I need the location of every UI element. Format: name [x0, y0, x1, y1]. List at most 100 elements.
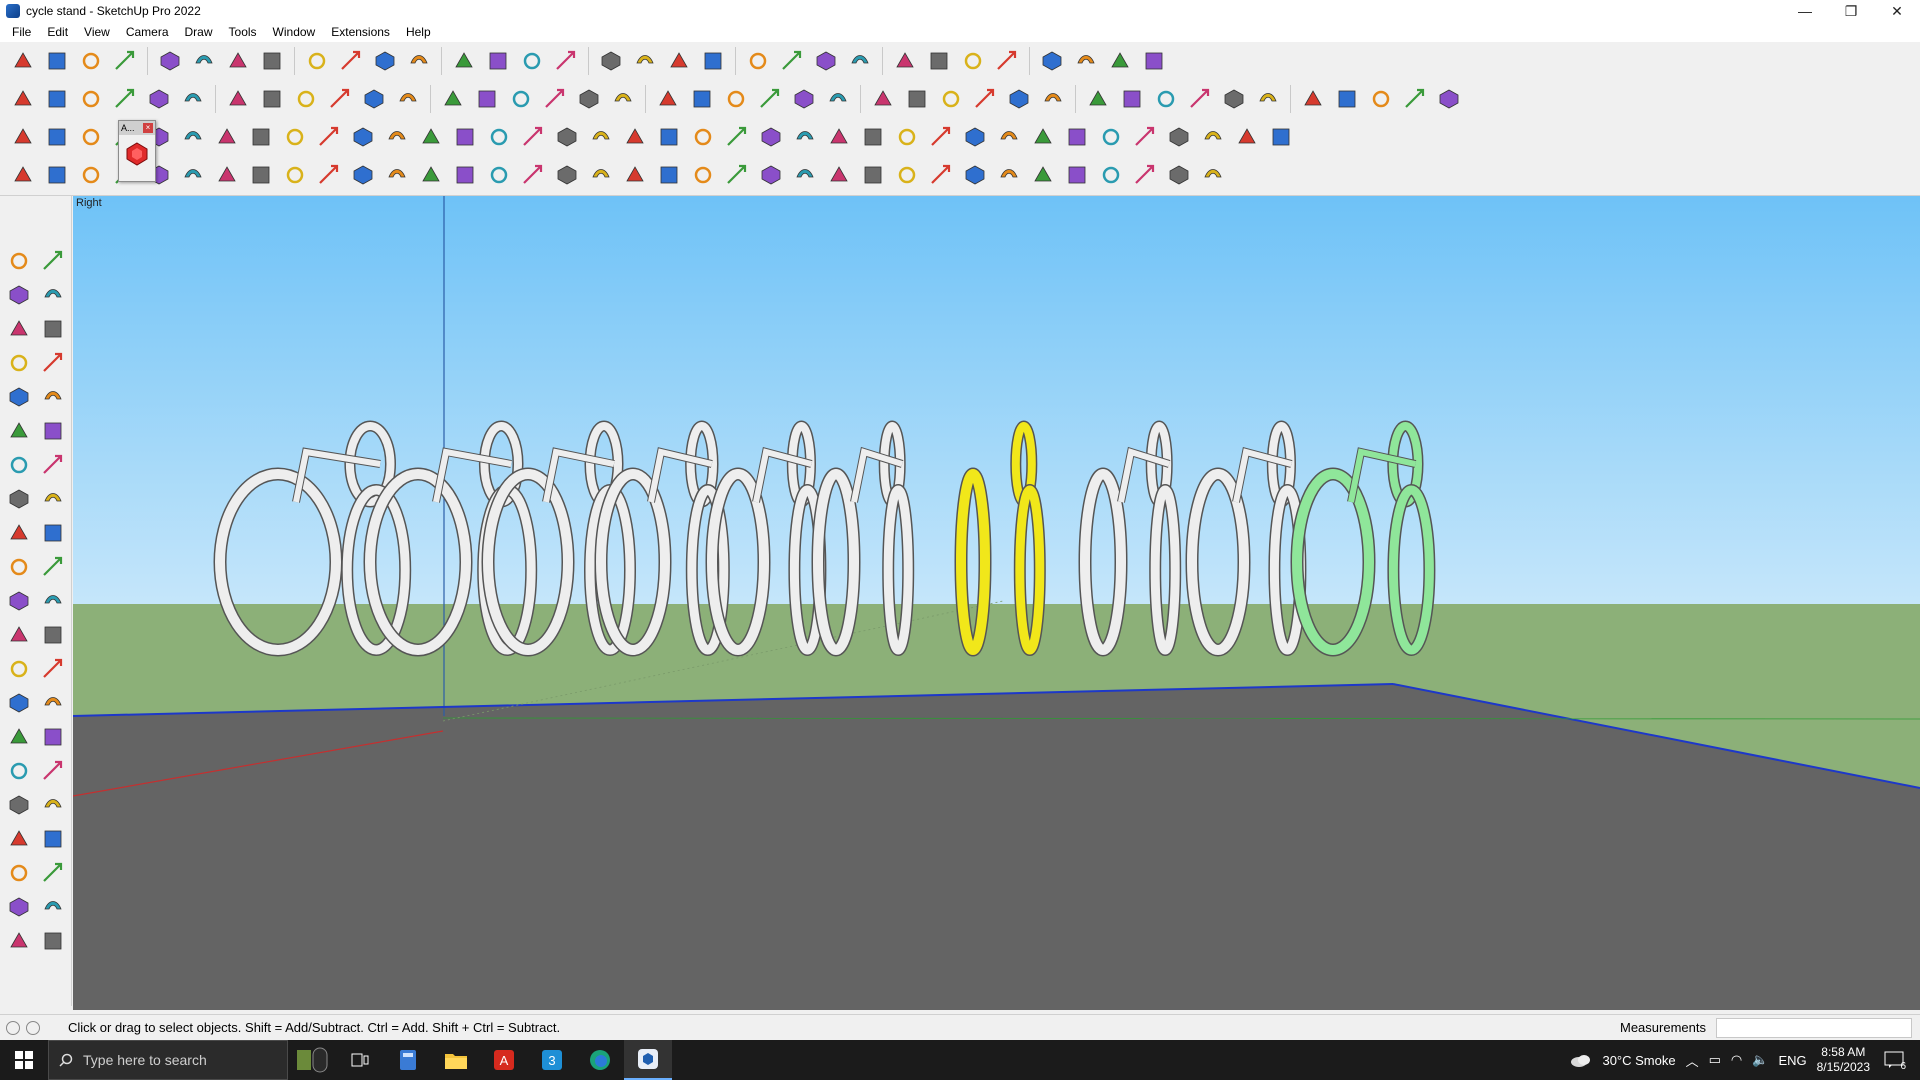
shape-four-button[interactable]	[1366, 84, 1396, 114]
orbit-2-button[interactable]	[4, 722, 34, 752]
axes-button[interactable]	[4, 688, 34, 718]
grid-orange-button[interactable]	[1130, 122, 1160, 152]
xray-box-button[interactable]	[42, 84, 72, 114]
taskbar-app3[interactable]: 3	[528, 1040, 576, 1080]
restore-button[interactable]: ❐	[1828, 0, 1874, 22]
parallelogram-button[interactable]	[970, 84, 1000, 114]
paint-pink-button[interactable]	[393, 84, 423, 114]
clock[interactable]: 8:58 AM 8/15/2023	[1817, 1045, 1870, 1075]
red-square-button[interactable]	[212, 122, 242, 152]
eraser-button[interactable]	[76, 46, 106, 76]
bend-button[interactable]	[620, 160, 650, 190]
green-cross-button[interactable]	[484, 122, 514, 152]
redo-button[interactable]	[1105, 46, 1135, 76]
menu-tools[interactable]: Tools	[221, 22, 265, 42]
fan-button[interactable]	[926, 160, 956, 190]
curve-button[interactable]	[280, 122, 310, 152]
arc-button[interactable]	[1004, 84, 1034, 114]
shape-three-button[interactable]	[1332, 84, 1362, 114]
section-button[interactable]	[38, 858, 68, 888]
freehand-button[interactable]	[38, 348, 68, 378]
up-down-button[interactable]	[958, 46, 988, 76]
spiral-2-button[interactable]	[246, 160, 276, 190]
stripe-button[interactable]	[246, 122, 276, 152]
lasso-button[interactable]	[155, 46, 185, 76]
layers-button[interactable]	[698, 46, 728, 76]
cube-2-button[interactable]	[960, 122, 990, 152]
push-purple-button[interactable]	[291, 84, 321, 114]
text-button[interactable]	[38, 654, 68, 684]
dimension-button[interactable]	[38, 620, 68, 650]
steps-button[interactable]	[1130, 160, 1160, 190]
paint-button[interactable]	[4, 280, 34, 310]
extension-button[interactable]	[845, 46, 875, 76]
wifi-icon[interactable]: ◠	[1731, 1052, 1742, 1068]
push-orange-button[interactable]	[257, 84, 287, 114]
chain-button[interactable]	[348, 122, 378, 152]
pie-button[interactable]	[1117, 84, 1147, 114]
green-block-button[interactable]	[858, 122, 888, 152]
slope-button[interactable]	[722, 160, 752, 190]
measurements-input[interactable]	[1716, 1018, 1912, 1038]
walk-button[interactable]	[4, 858, 34, 888]
component-button[interactable]	[890, 46, 920, 76]
star-button[interactable]	[1083, 84, 1113, 114]
arc-3-button[interactable]	[38, 484, 68, 514]
taskbar-taskview[interactable]	[336, 1040, 384, 1080]
red-box-button[interactable]	[994, 122, 1024, 152]
taskbar-explorer[interactable]	[432, 1040, 480, 1080]
arc-red-button[interactable]	[416, 160, 446, 190]
teeth-button[interactable]	[1028, 160, 1058, 190]
house-flat-button[interactable]	[721, 84, 751, 114]
cone-2-button[interactable]	[586, 122, 616, 152]
ring-button[interactable]	[722, 122, 752, 152]
styles-button[interactable]	[777, 46, 807, 76]
arc-2-button[interactable]	[38, 450, 68, 480]
polygon-button[interactable]	[38, 416, 68, 446]
circle-button[interactable]	[4, 416, 34, 446]
spline-button[interactable]	[42, 160, 72, 190]
blue-face-button[interactable]	[8, 122, 38, 152]
layers-2-button[interactable]	[38, 926, 68, 956]
push-green-button[interactable]	[223, 84, 253, 114]
dimension-button[interactable]	[1185, 84, 1215, 114]
circle-button[interactable]	[868, 84, 898, 114]
scale-button[interactable]	[370, 46, 400, 76]
pipe-button[interactable]	[586, 160, 616, 190]
tree-button[interactable]	[790, 160, 820, 190]
3d-viewport[interactable]	[73, 196, 1920, 1010]
weather-cloud-icon[interactable]	[1570, 1052, 1592, 1068]
sections-button[interactable]	[664, 46, 694, 76]
xray-button[interactable]	[1037, 46, 1067, 76]
shape-end-button[interactable]	[1198, 160, 1228, 190]
shape-six-button[interactable]	[1434, 84, 1464, 114]
stack-button[interactable]	[688, 160, 718, 190]
move-red-button[interactable]	[110, 84, 140, 114]
eraser-pink-button[interactable]	[1219, 84, 1249, 114]
house-front-button[interactable]	[540, 84, 570, 114]
window-button[interactable]	[1062, 122, 1092, 152]
rotated-rect-button[interactable]	[38, 382, 68, 412]
ellipse-button[interactable]	[936, 84, 966, 114]
search-button[interactable]	[8, 46, 38, 76]
weather-text[interactable]: 30°C Smoke	[1602, 1053, 1675, 1068]
curve-nodes-button[interactable]	[8, 160, 38, 190]
green-leaf-button[interactable]	[506, 84, 536, 114]
taskbar-search[interactable]: Type here to search	[48, 1040, 288, 1080]
close-button[interactable]: ✕	[1874, 0, 1920, 22]
shape-one-button[interactable]	[1253, 84, 1283, 114]
warehouse-button[interactable]	[811, 46, 841, 76]
measure-button[interactable]	[755, 84, 785, 114]
taskbar-calculator[interactable]	[384, 1040, 432, 1080]
start-button[interactable]	[0, 1040, 48, 1080]
dot-path-button[interactable]	[416, 122, 446, 152]
move-button[interactable]	[302, 46, 332, 76]
rectangle-button[interactable]	[4, 382, 34, 412]
tags-button[interactable]	[743, 46, 773, 76]
house-side-button[interactable]	[574, 84, 604, 114]
select-button[interactable]	[4, 246, 34, 276]
floating-toolbar-title[interactable]: A... ×	[119, 121, 155, 135]
blue-x-button[interactable]	[518, 122, 548, 152]
menu-extensions[interactable]: Extensions	[323, 22, 398, 42]
arc-face-button[interactable]	[325, 84, 355, 114]
